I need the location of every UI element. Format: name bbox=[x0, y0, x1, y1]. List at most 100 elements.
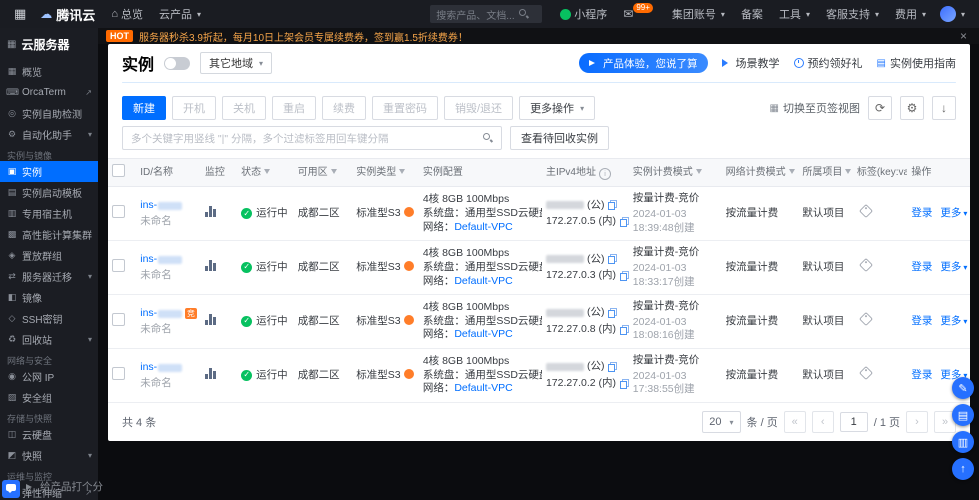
topbar-link[interactable]: 集团账号▾ bbox=[664, 0, 733, 28]
nav-overview[interactable]: ⌂ 总览 bbox=[103, 0, 151, 28]
chat-icon[interactable] bbox=[2, 480, 20, 498]
topbar-link[interactable]: 费用▾ bbox=[887, 0, 934, 28]
toolbar-button[interactable]: 重置密码 bbox=[372, 96, 438, 120]
survey-icon[interactable]: ▤ bbox=[952, 404, 974, 426]
create-button[interactable]: 新建 bbox=[122, 96, 166, 120]
region-dropdown[interactable]: 其它地域 ▾ bbox=[200, 52, 272, 74]
feedback-icon[interactable]: ✎ bbox=[952, 377, 974, 399]
vpc-link[interactable]: Default-VPC bbox=[454, 275, 512, 287]
page-size-select[interactable]: 20 ▾ bbox=[702, 411, 740, 433]
topbar-link[interactable]: 备案 bbox=[733, 0, 771, 28]
monitor-chart-icon[interactable] bbox=[205, 260, 216, 271]
toolbar-button[interactable]: 销毁/退还 bbox=[444, 96, 513, 120]
more-actions-button[interactable]: 更多操作 ▾ bbox=[519, 96, 595, 120]
filter-icon[interactable] bbox=[399, 169, 405, 174]
sidebar-item-group[interactable]: ◈置放群组 bbox=[0, 245, 98, 266]
messages-button[interactable]: ✉ 99+ bbox=[615, 0, 664, 28]
copy-icon[interactable] bbox=[608, 254, 617, 264]
topbar-link[interactable]: 客服支持▾ bbox=[818, 0, 887, 28]
sidebar-item-migrate[interactable]: ⇄服务器迁移▾ bbox=[0, 266, 98, 287]
sidebar-item-host[interactable]: ▥专用宿主机 bbox=[0, 203, 98, 224]
switch-view-link[interactable]: ▦ 切换至页签视图 bbox=[770, 100, 860, 116]
row-more-link[interactable]: 更多▾ bbox=[940, 261, 967, 275]
copy-icon[interactable] bbox=[608, 200, 617, 210]
row-more-link[interactable]: 更多▾ bbox=[940, 207, 967, 221]
header-link[interactable]: 预约领好礼 bbox=[794, 55, 863, 71]
rate-product-button[interactable]: 给产品打个分 bbox=[26, 479, 103, 494]
monitor-chart-icon[interactable] bbox=[205, 206, 216, 217]
login-link[interactable]: 登录 bbox=[911, 369, 932, 383]
docs-icon[interactable]: ▥ bbox=[952, 431, 974, 453]
tag-icon[interactable] bbox=[859, 258, 873, 272]
page-input[interactable]: 1 bbox=[840, 412, 868, 432]
sidebar-item-security[interactable]: ▨安全组 bbox=[0, 387, 98, 408]
tag-icon[interactable] bbox=[859, 312, 873, 326]
copy-icon[interactable] bbox=[620, 325, 629, 335]
copy-icon[interactable] bbox=[620, 271, 629, 281]
toolbar-button[interactable]: 开机 bbox=[172, 96, 216, 120]
sidebar-item-terminal[interactable]: ⌨OrcaTerm↗ bbox=[0, 82, 98, 103]
login-link[interactable]: 登录 bbox=[911, 261, 932, 275]
global-search-input[interactable]: 搜索产品、文档... bbox=[430, 5, 542, 23]
select-all-checkbox[interactable] bbox=[112, 164, 125, 177]
next-page-button[interactable]: › bbox=[906, 411, 928, 433]
prev-page-button[interactable]: ‹ bbox=[812, 411, 834, 433]
row-checkbox[interactable] bbox=[112, 313, 125, 326]
info-icon[interactable]: i bbox=[599, 168, 611, 180]
promo-close-icon[interactable]: × bbox=[956, 29, 971, 43]
sidebar-item-instance[interactable]: ▣实例 bbox=[0, 161, 98, 182]
tencent-cloud-logo[interactable]: ☁ 腾讯云 bbox=[32, 5, 103, 24]
vpc-link[interactable]: Default-VPC bbox=[454, 382, 512, 394]
nav-products[interactable]: 云产品 ▾ bbox=[151, 0, 209, 28]
sidebar-item-template[interactable]: ▤实例启动模板 bbox=[0, 182, 98, 203]
sidebar-item-recycle[interactable]: ♻回收站▾ bbox=[0, 329, 98, 350]
toolbar-button[interactable]: 重启 bbox=[272, 96, 316, 120]
header-link[interactable]: ▤实例使用指南 bbox=[877, 55, 956, 71]
toolbar-button[interactable]: 续费 bbox=[322, 96, 366, 120]
filter-icon[interactable] bbox=[845, 169, 851, 174]
copy-icon[interactable] bbox=[620, 217, 629, 227]
account-menu[interactable]: ▾ bbox=[934, 6, 971, 22]
back-to-top-icon[interactable]: ↑ bbox=[952, 458, 974, 480]
row-checkbox[interactable] bbox=[112, 259, 125, 272]
sidebar-item-snapshot[interactable]: ◩快照▾ bbox=[0, 445, 98, 466]
tag-icon[interactable] bbox=[859, 204, 873, 218]
sidebar-item-assistant[interactable]: ⚙自动化助手▾ bbox=[0, 124, 98, 145]
login-link[interactable]: 登录 bbox=[911, 315, 932, 329]
view-toggle[interactable] bbox=[164, 57, 190, 70]
feedback-button[interactable]: 产品体验，您说了算 bbox=[579, 53, 708, 73]
header-link[interactable]: 场景教学 bbox=[722, 55, 780, 71]
copy-icon[interactable] bbox=[608, 308, 617, 318]
refresh-icon[interactable]: ⟳ bbox=[868, 96, 892, 120]
sidebar-item-overview[interactable]: ▦概览 bbox=[0, 61, 98, 82]
row-checkbox[interactable] bbox=[112, 367, 125, 380]
copy-icon[interactable] bbox=[620, 379, 629, 389]
row-checkbox[interactable] bbox=[112, 205, 125, 218]
settings-icon[interactable]: ⚙ bbox=[900, 96, 924, 120]
filter-icon[interactable] bbox=[331, 169, 337, 174]
sidebar-item-hpc[interactable]: ▩高性能计算集群 bbox=[0, 224, 98, 245]
vpc-link[interactable]: Default-VPC bbox=[454, 328, 512, 340]
filter-icon[interactable] bbox=[789, 169, 795, 174]
mini-program-button[interactable]: 小程序 bbox=[552, 0, 615, 28]
tag-icon[interactable] bbox=[859, 366, 873, 380]
recycle-bin-button[interactable]: 查看待回收实例 bbox=[510, 126, 609, 150]
sidebar-item-diagnose[interactable]: ◎实例自助检测 bbox=[0, 103, 98, 124]
instance-id-link[interactable]: ins- bbox=[140, 253, 157, 267]
login-link[interactable]: 登录 bbox=[911, 207, 932, 221]
filter-input[interactable]: 多个关键字用竖线 "|" 分隔，多个过滤标签用回车键分隔 bbox=[122, 126, 502, 150]
filter-icon[interactable] bbox=[264, 169, 270, 174]
copy-icon[interactable] bbox=[608, 362, 617, 372]
monitor-chart-icon[interactable] bbox=[205, 368, 216, 379]
topbar-link[interactable]: 工具▾ bbox=[771, 0, 818, 28]
row-more-link[interactable]: 更多▾ bbox=[940, 315, 967, 329]
instance-id-link[interactable]: ins- bbox=[140, 199, 157, 213]
filter-icon[interactable] bbox=[696, 169, 702, 174]
instance-id-link[interactable]: ins- bbox=[140, 307, 157, 321]
download-icon[interactable]: ↓ bbox=[932, 96, 956, 120]
instance-id-link[interactable]: ins- bbox=[140, 361, 157, 375]
sidebar-item-ip[interactable]: ◉公网 IP bbox=[0, 366, 98, 387]
first-page-button[interactable]: « bbox=[784, 411, 806, 433]
monitor-chart-icon[interactable] bbox=[205, 314, 216, 325]
sidebar-item-image[interactable]: ◧镜像 bbox=[0, 287, 98, 308]
